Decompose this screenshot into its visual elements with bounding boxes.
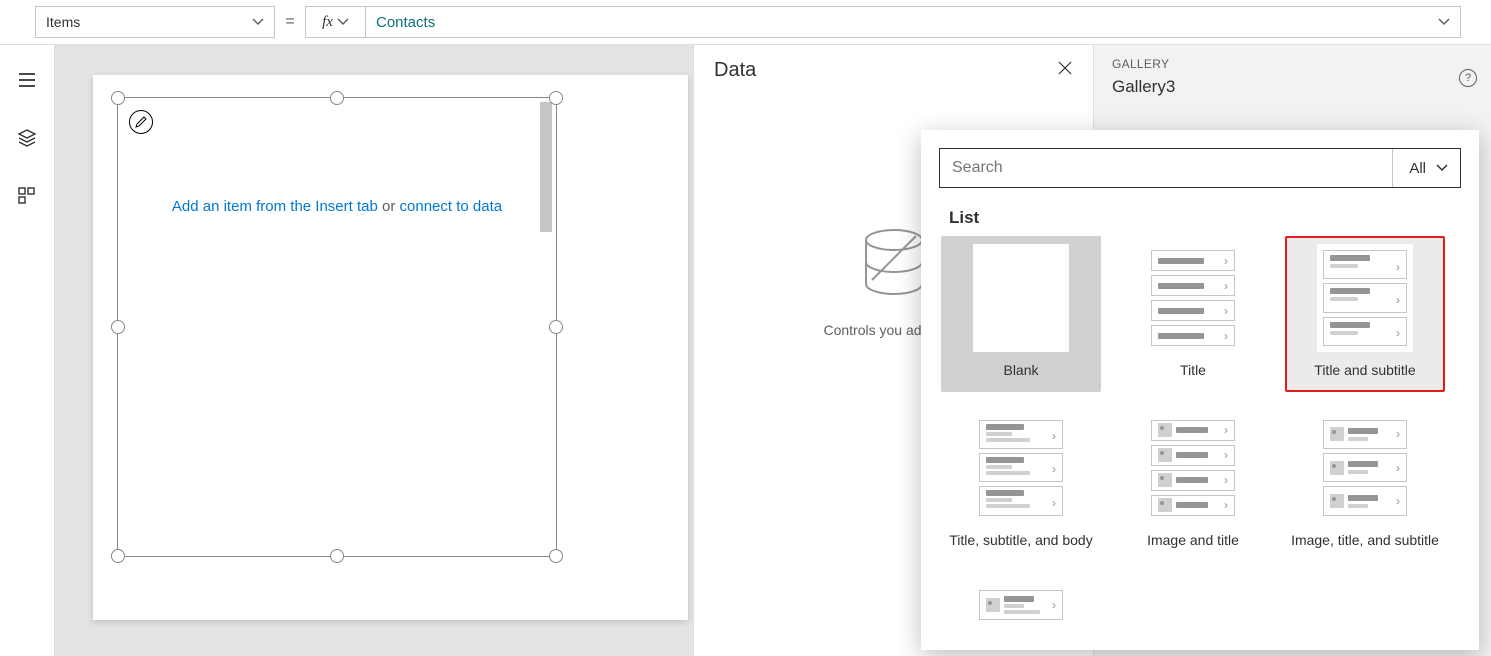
layout-caption: Image and title: [1147, 532, 1239, 550]
property-select[interactable]: Items: [35, 6, 275, 38]
layout-picker: All List Blank › › › › Title › ›: [921, 130, 1479, 650]
edit-icon[interactable]: [129, 110, 153, 134]
resize-handle[interactable]: [549, 549, 563, 563]
layout-thumb: › › ›: [1317, 414, 1413, 522]
layout-thumb: › › › ›: [1145, 414, 1241, 522]
fx-icon: fx: [322, 14, 333, 31]
apps-icon[interactable]: [17, 186, 37, 206]
layout-tile-title[interactable]: › › › › Title: [1113, 236, 1273, 392]
layout-tile-title-subtitle[interactable]: › › › Title and subtitle: [1285, 236, 1445, 392]
data-panel-title: Data: [714, 59, 756, 82]
section-title: List: [949, 208, 1461, 228]
filter-label: All: [1409, 160, 1426, 177]
layout-tiles: Blank › › › › Title › › › Title and subt…: [939, 236, 1461, 636]
layers-icon[interactable]: [17, 128, 37, 148]
chevron-down-icon: [252, 16, 264, 28]
resize-handle[interactable]: [549, 91, 563, 105]
layout-thumb: [973, 244, 1069, 352]
layout-tile-image-title-subtitle[interactable]: › › › Image, title, and subtitle: [1285, 406, 1445, 562]
property-name: Items: [46, 14, 80, 30]
layout-caption: Image, title, and subtitle: [1291, 532, 1439, 550]
hint-or: or: [378, 198, 400, 215]
insert-hint-link[interactable]: Add an item from the Insert tab: [172, 198, 378, 215]
connect-data-link[interactable]: connect to data: [400, 198, 503, 215]
help-icon[interactable]: ?: [1459, 69, 1477, 87]
formula-bar: Items = fx Contacts: [0, 0, 1491, 45]
equals-sign: =: [275, 13, 305, 31]
resize-handle[interactable]: [330, 91, 344, 105]
formula-input[interactable]: Contacts: [365, 6, 1461, 38]
layout-thumb: › › › ›: [1145, 244, 1241, 352]
formula-value: Contacts: [376, 14, 435, 31]
layout-caption: Title and subtitle: [1314, 362, 1415, 380]
layout-thumb: › › ›: [973, 414, 1069, 522]
chevron-down-icon: [1436, 162, 1448, 174]
resize-handle[interactable]: [111, 549, 125, 563]
resize-handle[interactable]: [330, 549, 344, 563]
layout-tile-blank[interactable]: Blank: [941, 236, 1101, 392]
resize-handle[interactable]: [111, 320, 125, 334]
left-rail: [0, 45, 55, 656]
search-input[interactable]: [952, 159, 1392, 177]
resize-handle[interactable]: [549, 320, 563, 334]
layout-tile-more[interactable]: ›: [941, 576, 1101, 636]
layout-search-bar: All: [939, 148, 1461, 188]
chevron-down-icon: [1438, 16, 1450, 28]
layout-caption: Blank: [1003, 362, 1038, 380]
layout-caption: Title: [1180, 362, 1206, 380]
layout-tile-image-title[interactable]: › › › › Image and title: [1113, 406, 1273, 562]
layout-tile-title-subtitle-body[interactable]: › › › Title, subtitle, and body: [941, 406, 1101, 562]
fx-button[interactable]: fx: [305, 6, 365, 38]
gallery-hint: Add an item from the Insert tab or conne…: [118, 198, 556, 215]
layout-thumb: ›: [973, 584, 1069, 626]
gallery-control[interactable]: Add an item from the Insert tab or conne…: [117, 97, 557, 557]
control-name: Gallery3: [1112, 77, 1473, 97]
chevron-down-icon: [337, 16, 349, 28]
close-button[interactable]: [1057, 60, 1073, 81]
filter-dropdown[interactable]: All: [1392, 149, 1448, 187]
resize-handle[interactable]: [111, 91, 125, 105]
layout-thumb: › › ›: [1317, 244, 1413, 352]
layout-caption: Title, subtitle, and body: [949, 532, 1092, 550]
hamburger-icon[interactable]: [17, 70, 37, 90]
app-canvas[interactable]: Add an item from the Insert tab or conne…: [93, 75, 688, 620]
control-type-label: GALLERY: [1112, 57, 1473, 71]
